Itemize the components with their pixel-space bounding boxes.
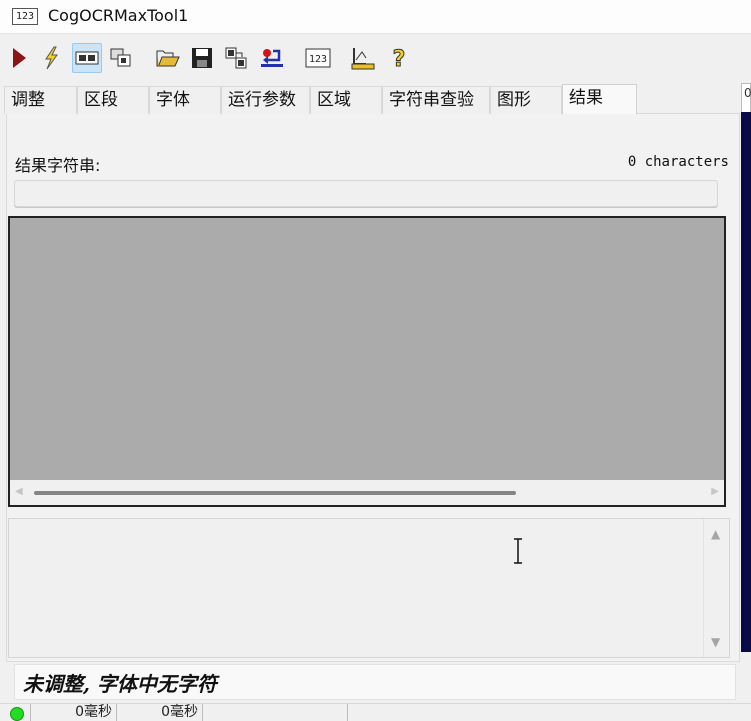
ocr-icon: 123 (305, 48, 331, 68)
result-string-field[interactable] (14, 180, 718, 207)
tab-graphics[interactable]: 图形 (490, 86, 562, 114)
tab-region[interactable]: 区域 (310, 86, 382, 114)
export-button[interactable] (221, 43, 251, 73)
total-time-cell: 0毫秒 (116, 704, 202, 721)
run-button[interactable] (4, 43, 34, 73)
text-cursor-icon (514, 538, 522, 564)
app-icon: 123 (12, 8, 38, 25)
horizontal-scrollbar[interactable]: ◀ ▶ (10, 480, 724, 505)
help-button[interactable]: ? (384, 43, 414, 73)
vertical-scrollbar[interactable]: ▲ ▼ (703, 519, 729, 657)
display-icon (75, 51, 99, 65)
ocr-tool-window: 123 CogOCRMaxTool1 123 ? 0 调整 区段 字体 运行参数… (0, 0, 751, 721)
status-bar: 0毫秒 0毫秒 (0, 703, 751, 721)
electric-button[interactable] (36, 43, 66, 73)
run-icon (13, 48, 26, 68)
reset-button[interactable] (257, 43, 287, 73)
status-cell-wide (347, 704, 751, 721)
svg-text:?: ? (393, 47, 406, 70)
open-folder-icon (156, 50, 180, 67)
open-button[interactable] (153, 43, 183, 73)
tune-icon (351, 48, 375, 70)
display-toggle-button[interactable] (72, 43, 102, 73)
message-area[interactable]: ▲ ▼ (8, 518, 730, 658)
scroll-up-icon[interactable]: ▲ (711, 527, 720, 541)
result-string-label: 结果字符串: (15, 156, 101, 175)
right-panel-strip (741, 112, 751, 652)
status-led-icon (10, 707, 24, 721)
tune-button[interactable] (348, 43, 378, 73)
lightning-icon (45, 46, 58, 70)
local-display-icon (110, 48, 131, 67)
help-icon: ? (392, 47, 406, 71)
window-title: CogOCRMaxTool1 (48, 6, 189, 25)
tab-segment[interactable]: 区段 (77, 86, 149, 114)
tab-font[interactable]: 字体 (149, 86, 221, 114)
save-button[interactable] (187, 43, 217, 73)
status-cell (202, 704, 347, 721)
scroll-left-icon[interactable]: ◀ (15, 486, 23, 497)
tab-string-check[interactable]: 字符串查验 (382, 86, 490, 114)
scroll-down-icon[interactable]: ▼ (711, 635, 720, 649)
ocr-button[interactable]: 123 (303, 43, 333, 73)
save-icon (192, 48, 212, 68)
title-bar: 123 CogOCRMaxTool1 (0, 0, 751, 34)
tab-tune[interactable]: 调整 (4, 86, 77, 114)
right-tab[interactable]: 0 (741, 83, 751, 113)
image-display[interactable] (8, 216, 726, 507)
reset-icon (261, 49, 283, 67)
tab-results[interactable]: 结果 (562, 84, 637, 115)
run-time-cell: 0毫秒 (30, 704, 116, 721)
tab-strip: 调整 区段 字体 运行参数 区域 字符串查验 图形 结果 (4, 84, 740, 115)
status-message: 未调整, 字体中无字符 (14, 664, 736, 700)
scrollbar-thumb[interactable] (34, 491, 516, 495)
scroll-right-icon[interactable]: ▶ (711, 486, 719, 497)
local-display-button[interactable] (106, 43, 136, 73)
toolbar: 123 ? (0, 40, 740, 78)
tab-run-params[interactable]: 运行参数 (221, 86, 310, 114)
svg-text:123: 123 (309, 54, 327, 65)
export-icon (225, 47, 247, 69)
character-count: 0 characters (627, 154, 729, 170)
